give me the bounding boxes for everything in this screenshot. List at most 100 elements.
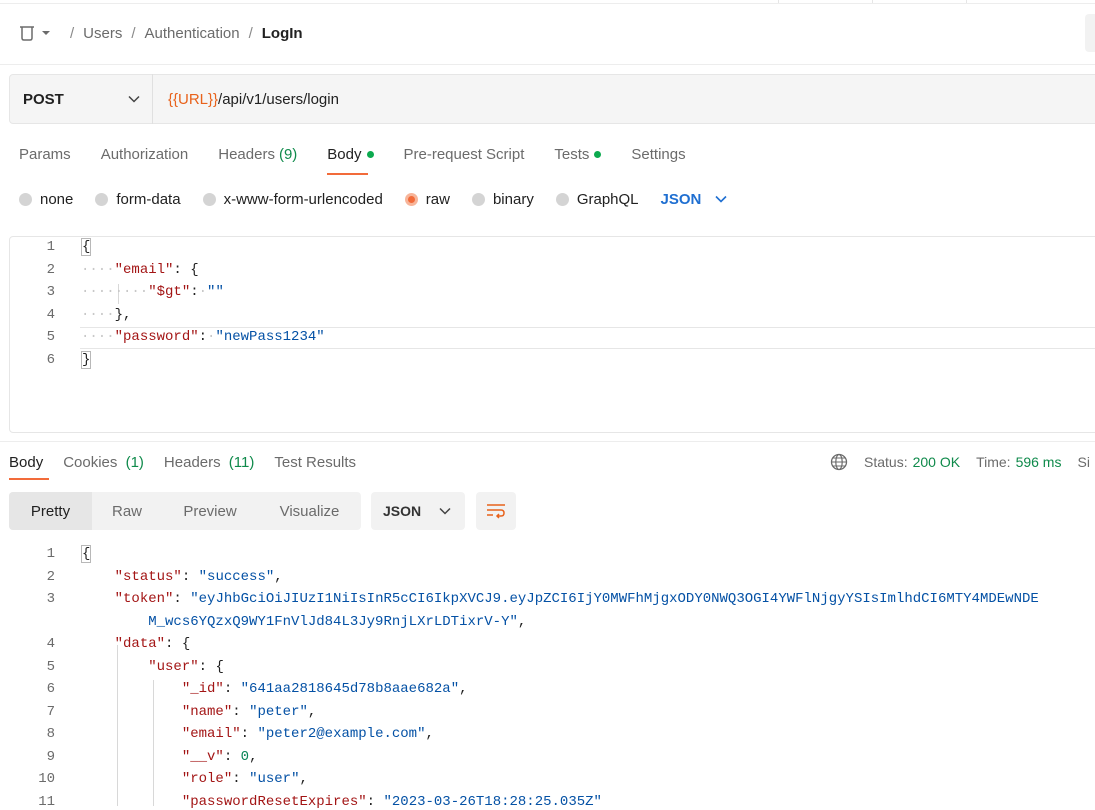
tab-prerequest-script[interactable]: Pre-request Script (404, 140, 525, 168)
tab-body[interactable]: Body (327, 140, 374, 175)
response-format-select[interactable]: JSON (371, 492, 465, 530)
breadcrumb-users[interactable]: Users (83, 25, 122, 42)
json-key: "password" (114, 329, 199, 345)
breadcrumb-current[interactable]: LogIn (262, 25, 303, 42)
tab-label: Authorization (100, 145, 189, 163)
collection-type-dropdown[interactable] (18, 25, 51, 41)
tab-headers[interactable]: Headers (9) (218, 140, 297, 168)
code-line: "data": { (114, 636, 191, 652)
code-line: } (81, 351, 92, 369)
line-number: 6 (46, 681, 55, 697)
language-label: JSON (660, 190, 702, 208)
line-number: 3 (46, 591, 55, 607)
format-label: JSON (383, 503, 422, 519)
json-key: "name" (181, 704, 233, 720)
tab-stub-divider (966, 0, 969, 3)
json-key: "email" (114, 262, 174, 278)
radio-label: x-www-form-urlencoded (223, 190, 383, 208)
response-status: Status: 200 OK Time: 596 ms Si (830, 450, 1090, 474)
code-line: "user": { (148, 659, 224, 675)
tab-stub[interactable] (778, 0, 873, 3)
json-key: "status" (114, 569, 182, 585)
chevron-down-icon (715, 195, 727, 203)
json-string: "user" (249, 771, 300, 787)
json-string: "" (207, 284, 224, 300)
tab-authorization[interactable]: Authorization (101, 140, 189, 168)
caret-down-icon (42, 31, 50, 35)
url-variable: {{URL}} (168, 90, 219, 108)
brace: { (81, 238, 92, 256)
headers-count: (9) (278, 145, 298, 163)
breadcrumb-authentication[interactable]: Authentication (145, 25, 240, 42)
radio-circle (555, 192, 569, 206)
json-string: "newPass1234" (215, 329, 325, 345)
code-line: "token": "eyJhbGciOiJIUzI1NiIsInR5cCI6Ik… (114, 591, 1039, 607)
view-raw[interactable]: Raw (92, 492, 162, 530)
view-visualize[interactable]: Visualize (258, 492, 361, 530)
trash-can-icon (20, 26, 34, 41)
code-line: ········"$gt":·"" (81, 284, 224, 300)
json-string: "peter" (249, 704, 308, 720)
body-indicator-dot (366, 150, 374, 158)
code-line: "_id": "641aa2818645d78b8aae682a", (181, 681, 468, 697)
chevron-down-icon (128, 95, 140, 103)
view-preview[interactable]: Preview (162, 492, 258, 530)
tab-test-results[interactable]: Test Results (274, 454, 356, 471)
json-string: "2023-03-26T18:28:25.035Z" (383, 794, 602, 810)
window-top-strip (0, 0, 1095, 4)
tab-label: Pre-request Script (403, 145, 525, 163)
language-select[interactable]: JSON (661, 191, 728, 208)
cookies-count: (1) (125, 453, 144, 471)
tab-tests[interactable]: Tests (554, 140, 602, 168)
tab-label: Body (9, 453, 44, 471)
breadcrumb: / Users / Authentication / LogIn (18, 18, 303, 48)
tab-response-headers[interactable]: Headers (11) (164, 454, 254, 471)
view-pretty[interactable]: Pretty (9, 492, 92, 530)
json-string: "success" (198, 569, 275, 585)
save-button[interactable] (1085, 14, 1095, 52)
time-label: Time: (976, 454, 1011, 470)
body-type-selector: none form-data x-www-form-urlencoded raw… (19, 187, 727, 211)
url-input[interactable]: {{URL}}/api/v1/users/login (168, 74, 339, 124)
radio-form-data[interactable]: form-data (95, 191, 181, 208)
json-key: "user" (148, 659, 199, 675)
globe-icon[interactable] (830, 453, 848, 471)
radio-none[interactable]: none (19, 191, 73, 208)
breadcrumb-separator: / (131, 24, 136, 42)
method-label: POST (23, 90, 64, 108)
tab-label: Settings (631, 145, 686, 163)
line-number: 11 (38, 794, 55, 810)
json-key: "data" (114, 636, 166, 652)
line-number: 10 (38, 771, 55, 787)
line-number: 3 (46, 284, 55, 300)
radio-label: binary (492, 190, 534, 208)
radio-urlencoded[interactable]: x-www-form-urlencoded (202, 190, 383, 208)
wrap-lines-icon (487, 504, 505, 519)
tab-cookies[interactable]: Cookies (1) (63, 454, 144, 471)
radio-label: raw (425, 190, 450, 208)
tab-label: Tests (554, 145, 590, 163)
radio-circle-selected (404, 192, 418, 206)
json-key: "_id" (181, 681, 224, 697)
radio-binary[interactable]: binary (471, 190, 534, 208)
size-label: Si (1077, 454, 1090, 470)
tab-label: Body (327, 145, 362, 163)
radio-raw[interactable]: raw (404, 190, 450, 208)
tab-params[interactable]: Params (19, 140, 71, 168)
method-select[interactable]: POST (9, 74, 153, 124)
code-line: "status": "success", (114, 569, 283, 585)
code-line: ····"password":·"newPass1234" (81, 329, 325, 345)
status-value[interactable]: 200 OK (913, 454, 960, 470)
wrap-lines-button[interactable] (476, 492, 516, 530)
tab-settings[interactable]: Settings (631, 140, 685, 168)
tab-response-body[interactable]: Body (9, 453, 50, 480)
time-value[interactable]: 596 ms (1016, 454, 1062, 470)
radio-circle (202, 192, 216, 206)
line-number: 2 (46, 569, 55, 585)
breadcrumb-separator: / (248, 24, 253, 42)
code-line: { (81, 238, 92, 256)
brace: } (81, 351, 92, 369)
radio-label: GraphQL (576, 190, 639, 208)
line-number: 4 (46, 307, 55, 323)
radio-graphql[interactable]: GraphQL (555, 190, 639, 208)
